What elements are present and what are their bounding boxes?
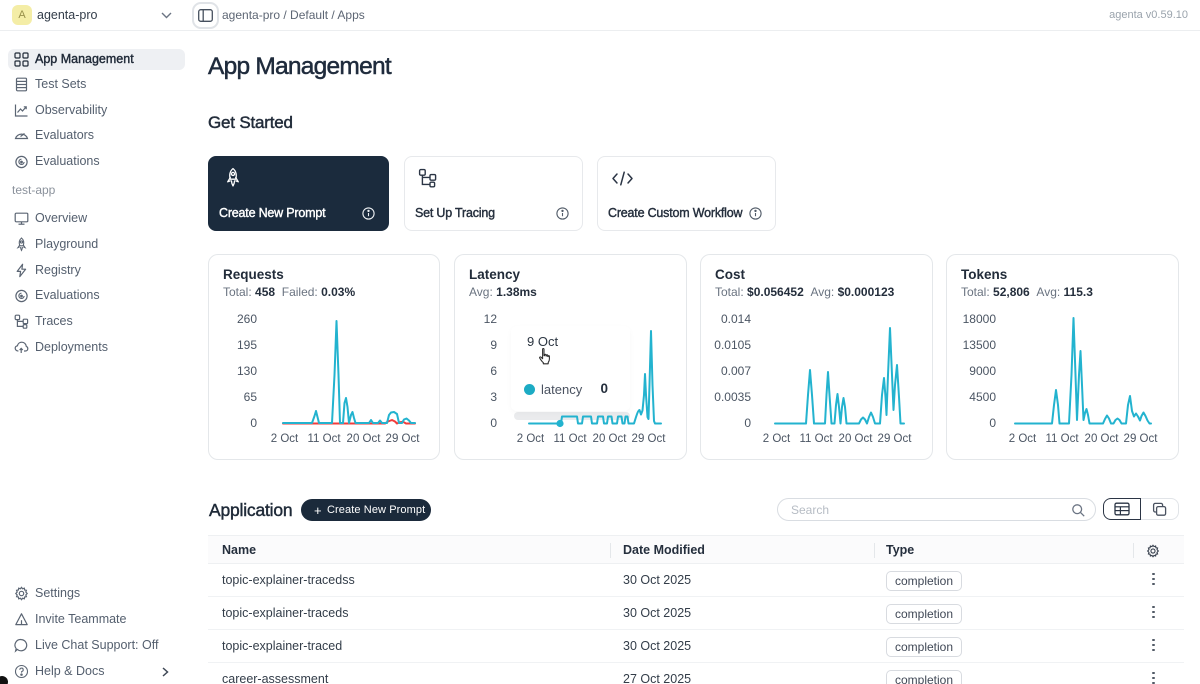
- svg-text:11 Oct: 11 Oct: [307, 433, 341, 445]
- svg-text:2 Oct: 2 Oct: [1009, 433, 1037, 445]
- svg-text:0: 0: [250, 416, 257, 430]
- svg-text:11 Oct: 11 Oct: [553, 433, 587, 445]
- svg-text:12: 12: [484, 312, 498, 326]
- svg-text:2 Oct: 2 Oct: [517, 433, 545, 445]
- svg-text:9: 9: [490, 338, 497, 352]
- svg-text:65: 65: [244, 390, 258, 404]
- svg-text:0.007: 0.007: [721, 364, 751, 378]
- svg-text:29 Oct: 29 Oct: [878, 433, 913, 445]
- svg-text:260: 260: [237, 312, 257, 326]
- svg-text:29 Oct: 29 Oct: [632, 433, 667, 445]
- svg-text:20 Oct: 20 Oct: [593, 433, 628, 445]
- svg-text:195: 195: [237, 338, 257, 352]
- svg-text:11 Oct: 11 Oct: [799, 433, 833, 445]
- svg-text:2 Oct: 2 Oct: [271, 433, 299, 445]
- svg-text:0.014: 0.014: [721, 312, 751, 326]
- svg-text:29 Oct: 29 Oct: [386, 433, 421, 445]
- svg-text:0: 0: [744, 416, 751, 430]
- svg-text:20 Oct: 20 Oct: [347, 433, 382, 445]
- svg-text:3: 3: [490, 390, 497, 404]
- svg-text:20 Oct: 20 Oct: [839, 433, 874, 445]
- svg-text:13500: 13500: [963, 338, 997, 352]
- svg-text:20 Oct: 20 Oct: [1085, 433, 1120, 445]
- svg-text:130: 130: [237, 364, 257, 378]
- svg-text:2 Oct: 2 Oct: [763, 433, 791, 445]
- svg-text:9000: 9000: [969, 364, 996, 378]
- svg-text:0: 0: [989, 416, 996, 430]
- svg-text:6: 6: [490, 364, 497, 378]
- svg-text:18000: 18000: [963, 312, 997, 326]
- svg-text:11 Oct: 11 Oct: [1045, 433, 1079, 445]
- svg-text:29 Oct: 29 Oct: [1124, 433, 1159, 445]
- svg-text:0: 0: [490, 416, 497, 430]
- svg-text:0.0035: 0.0035: [714, 390, 751, 404]
- svg-text:4500: 4500: [969, 390, 996, 404]
- svg-text:0.0105: 0.0105: [714, 338, 751, 352]
